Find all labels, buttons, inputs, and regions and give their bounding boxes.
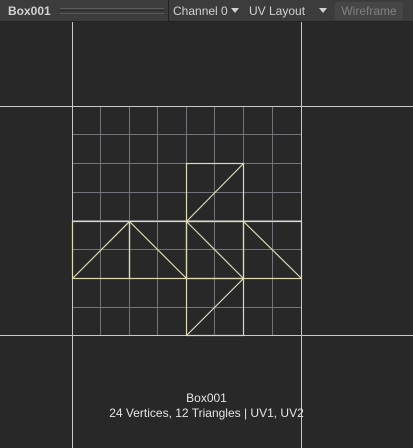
channel-dropdown[interactable]: Channel 0 xyxy=(168,2,246,20)
uv-bounds-lines xyxy=(0,22,413,448)
toolbar-drag-handle[interactable] xyxy=(60,8,164,14)
channel-dropdown-label: Channel 0 xyxy=(173,4,228,18)
caret-down-icon xyxy=(319,8,328,14)
mesh-stats-label: 24 Vertices, 12 Triangles | UV1, UV2 xyxy=(109,406,304,420)
view-mode-dropdown-label: UV Layout xyxy=(249,4,306,18)
wireframe-button[interactable]: Wireframe xyxy=(335,2,403,20)
uv-viewport[interactable]: Box001 24 Vertices, 12 Triangles | UV1, … xyxy=(0,22,413,448)
object-name-label: Box001 xyxy=(8,4,51,18)
mesh-name-label: Box001 xyxy=(186,391,227,405)
uv-preview-toolbar: Box001 Channel 0 UV Layout Wireframe xyxy=(0,0,413,22)
caret-down-icon xyxy=(230,8,239,14)
uv-layout-canvas xyxy=(0,22,413,448)
view-mode-dropdown[interactable]: UV Layout xyxy=(244,2,332,20)
